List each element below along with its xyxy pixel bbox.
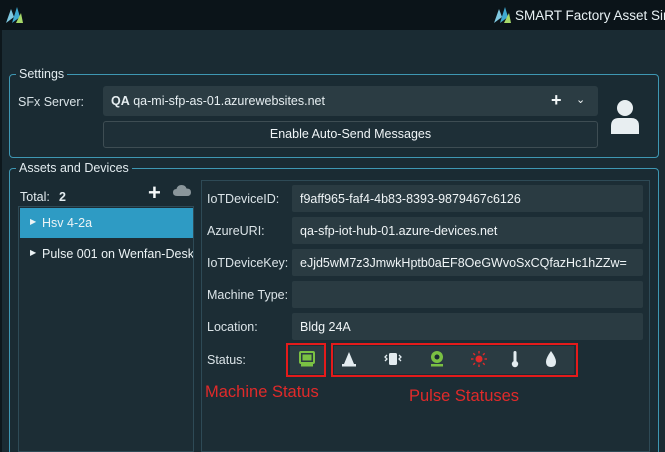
auto-send-button[interactable]: Enable Auto-Send Messages xyxy=(103,121,598,148)
tree-item-hsv-4-2a[interactable]: ▶ Hsv 4-2a xyxy=(20,208,193,238)
location-label: Location: xyxy=(207,320,258,334)
title-bar: SMART Factory Asset Sim xyxy=(0,0,665,30)
status-label: Status: xyxy=(207,353,246,367)
add-asset-icon[interactable]: + xyxy=(148,180,161,206)
azure-uri-label: AzureURI: xyxy=(207,224,265,238)
machine-type-field[interactable] xyxy=(292,281,643,308)
server-env: QA xyxy=(111,94,130,108)
app-logo-icon xyxy=(6,7,23,23)
user-avatar-icon[interactable] xyxy=(609,98,641,134)
chevron-down-icon[interactable]: ⌄ xyxy=(576,93,585,106)
iot-device-key-field[interactable]: eJjd5wM7z3JmwkHptb0aEF8OeGWvoSxCQfazHc1h… xyxy=(292,249,643,276)
machine-status-highlight xyxy=(286,343,326,377)
window-title: SMART Factory Asset Sim xyxy=(515,8,665,23)
settings-legend: Settings xyxy=(16,67,68,81)
pulse-statuses-annotation: Pulse Statuses xyxy=(409,387,520,405)
iot-device-key-label: IoTDeviceKey: xyxy=(207,256,289,270)
azure-uri-field[interactable]: qa-sfp-iot-hub-01.azure-devices.net xyxy=(292,217,643,244)
expand-arrow-icon[interactable]: ▶ xyxy=(30,217,36,226)
iot-device-id-label: IoTDeviceID: xyxy=(207,192,280,206)
machine-status-annotation: Machine Status xyxy=(205,383,319,401)
asset-tree[interactable]: ▶ Hsv 4-2a ▶ Pulse 001 on Wenfan-Desk xyxy=(18,206,194,452)
iot-device-id-field[interactable]: f9aff965-faf4-4b83-8393-9879467c6126 xyxy=(292,185,643,212)
server-host: qa-mi-sfp-as-01.azurewebsites.net xyxy=(133,94,325,108)
assets-legend: Assets and Devices xyxy=(16,161,132,175)
add-server-icon[interactable]: + xyxy=(551,90,562,111)
tree-item-label: Hsv 4-2a xyxy=(42,216,93,230)
machine-type-label: Machine Type: xyxy=(207,288,289,302)
server-select[interactable]: QA qa-mi-sfp-as-01.azurewebsites.net + ⌄ xyxy=(103,86,598,116)
app-icon xyxy=(494,7,511,23)
tree-item-pulse-001[interactable]: ▶ Pulse 001 on Wenfan-Desk xyxy=(20,239,193,269)
sfx-server-label: SFx Server: xyxy=(18,95,84,109)
cloud-icon[interactable] xyxy=(173,184,191,196)
location-field[interactable]: Bldg 24A xyxy=(292,313,643,340)
tree-item-label: Pulse 001 on Wenfan-Desk xyxy=(42,247,193,261)
pulse-status-highlight xyxy=(331,343,578,377)
expand-arrow-icon[interactable]: ▶ xyxy=(30,248,36,257)
window-edge xyxy=(0,30,2,452)
total-count: 2 xyxy=(59,190,66,204)
server-select-value: QA qa-mi-sfp-as-01.azurewebsites.net xyxy=(111,94,325,108)
total-label: Total: xyxy=(20,190,50,204)
